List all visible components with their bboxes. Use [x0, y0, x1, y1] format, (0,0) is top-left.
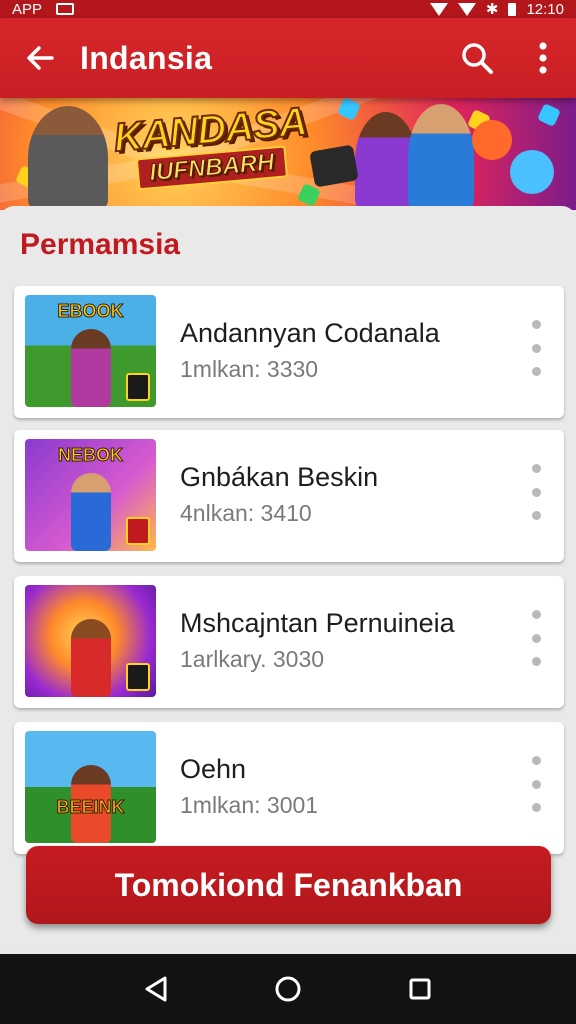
section-title: Permamsia: [20, 228, 181, 261]
item-title: Mshcajntan Pernuineia: [180, 608, 455, 638]
notification-icon: [56, 3, 75, 15]
rating-badge-icon: [126, 517, 150, 545]
list-item[interactable]: NEBOK Gnbákan Beskin 4nlkan: 3410: [14, 430, 564, 562]
back-arrow-icon: [27, 46, 54, 70]
list-item[interactable]: Mshcajntan Pernuineia 1arlkary. 3030: [14, 576, 564, 708]
game-thumbnail: EBOOK: [25, 295, 156, 407]
game-thumbnail: NEBOK: [25, 439, 156, 551]
back-button[interactable]: [0, 18, 80, 98]
hero-character: [408, 104, 474, 210]
status-bar: APP ✱ 12:10: [0, 0, 576, 18]
app-bar: Indansia: [0, 18, 576, 98]
search-icon: [462, 43, 493, 74]
system-nav-bar: [0, 954, 576, 1024]
carrier-label: APP: [12, 0, 43, 18]
nav-home-button[interactable]: [263, 964, 313, 1014]
controller-icon: [309, 144, 359, 188]
bluetooth-icon: ✱: [485, 1, 499, 18]
item-more-button[interactable]: [528, 320, 544, 376]
item-subtitle: 1mlkan: 3330: [180, 356, 319, 382]
promo-banner[interactable]: KANDASA IUFNBARH: [0, 98, 576, 210]
search-button[interactable]: [444, 18, 510, 98]
rating-badge-icon: [126, 373, 150, 401]
thumbnail-label: EBOOK: [57, 301, 124, 322]
item-title: Oehn: [180, 754, 247, 784]
game-thumbnail: [25, 585, 156, 697]
signal-icon: [457, 2, 476, 16]
monster-icon: [510, 150, 554, 194]
battery-icon: [508, 2, 517, 16]
thumbnail-label: BEEINK: [56, 797, 125, 818]
overflow-menu-button[interactable]: [510, 18, 576, 98]
list-item[interactable]: BEEINK Oehn 1mlkan: 3001: [14, 722, 564, 854]
clock: 12:10: [526, 0, 564, 18]
circle-home-icon: [275, 976, 301, 1002]
primary-action-button[interactable]: Tomokiond Fenankban: [26, 846, 551, 924]
thumbnail-label: NEBOK: [57, 445, 123, 466]
square-recents-icon: [409, 978, 431, 1000]
item-more-button[interactable]: [528, 464, 544, 520]
hero-character: [28, 106, 108, 210]
monster-icon: [472, 120, 512, 160]
nav-recents-button[interactable]: [395, 964, 445, 1014]
item-subtitle: 1mlkan: 3001: [180, 792, 319, 818]
page-title: Indansia: [80, 39, 213, 76]
item-title: Andannyan Codanala: [180, 318, 440, 348]
item-more-button[interactable]: [528, 610, 544, 666]
item-title: Gnbákan Beskin: [180, 462, 379, 492]
item-subtitle: 4nlkan: 3410: [180, 500, 312, 526]
rating-badge-icon: [126, 663, 150, 691]
more-vertical-icon: [539, 42, 547, 74]
item-subtitle: 1arlkary. 3030: [180, 646, 325, 672]
wifi-icon: [429, 2, 448, 16]
triangle-back-icon: [145, 976, 167, 1002]
game-thumbnail: BEEINK: [25, 731, 156, 843]
content-panel: Permamsia EBOOK Andannyan Codanala 1mlka…: [0, 206, 576, 950]
app-screen: APP ✱ 12:10 Indansia KANDASA IUFNBARH Pe…: [0, 0, 576, 1024]
nav-back-button[interactable]: [131, 964, 181, 1014]
item-more-button[interactable]: [528, 756, 544, 812]
gem-icon: [537, 103, 561, 127]
list-item[interactable]: EBOOK Andannyan Codanala 1mlkan: 3330: [14, 286, 564, 418]
